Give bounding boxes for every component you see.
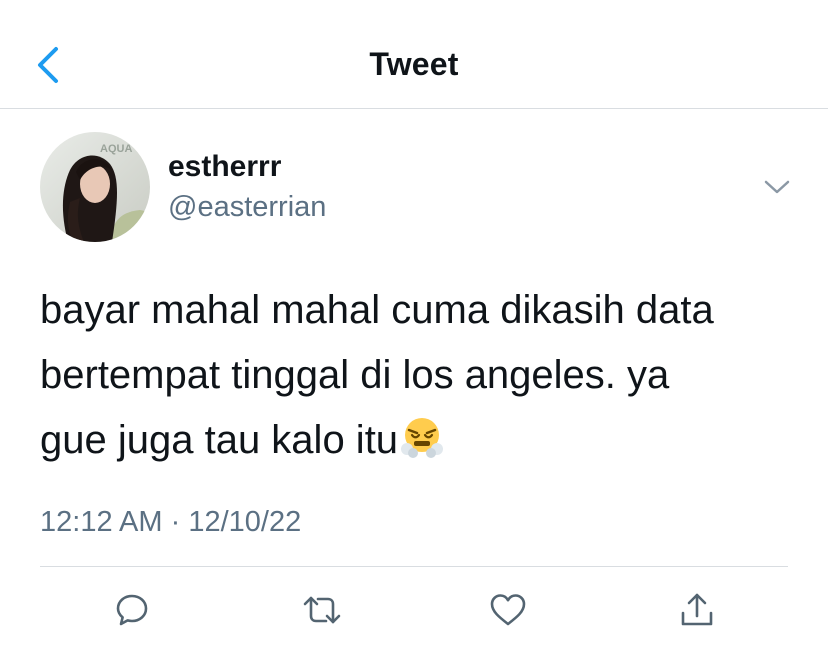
retweet-icon [303,596,341,624]
like-button[interactable] [486,588,530,632]
retweet-button[interactable] [300,588,344,632]
tweet-text-line: bayar mahal mahal cuma dikasih data [40,288,714,332]
face-with-steam-from-nose-icon [400,414,444,479]
page-title: Tweet [369,46,459,82]
avatar-sign-text: AQUA [100,143,132,155]
top-navigation-bar: Tweet [0,0,828,109]
tweet-text-line: gue juga tau kalo itu [40,418,399,462]
tweet-timestamp[interactable]: 12:12 AM · 12/10/22 [40,506,301,539]
timestamp-separator: · [170,506,181,538]
more-options-button[interactable] [760,172,794,202]
like-icon [490,594,526,626]
tweet-time: 12:12 AM [40,506,163,538]
tweet-text: bayar mahal mahal cuma dikasih data bert… [40,278,800,479]
reply-button[interactable] [110,588,154,632]
tweet-text-line: bertempat tinggal di los angeles. ya [40,353,670,397]
chevron-down-icon [764,180,790,194]
share-icon [681,593,713,626]
avatar[interactable]: AQUA [40,132,150,242]
share-button[interactable] [675,588,719,632]
reply-icon [116,594,148,626]
author-handle[interactable]: @easterrian [168,191,326,224]
tweet-date: 12/10/22 [188,506,302,538]
divider [40,566,788,567]
author-display-name[interactable]: estherrr [168,150,281,184]
tweet-text-line-with-emoji: gue juga tau kalo itu [40,408,800,479]
